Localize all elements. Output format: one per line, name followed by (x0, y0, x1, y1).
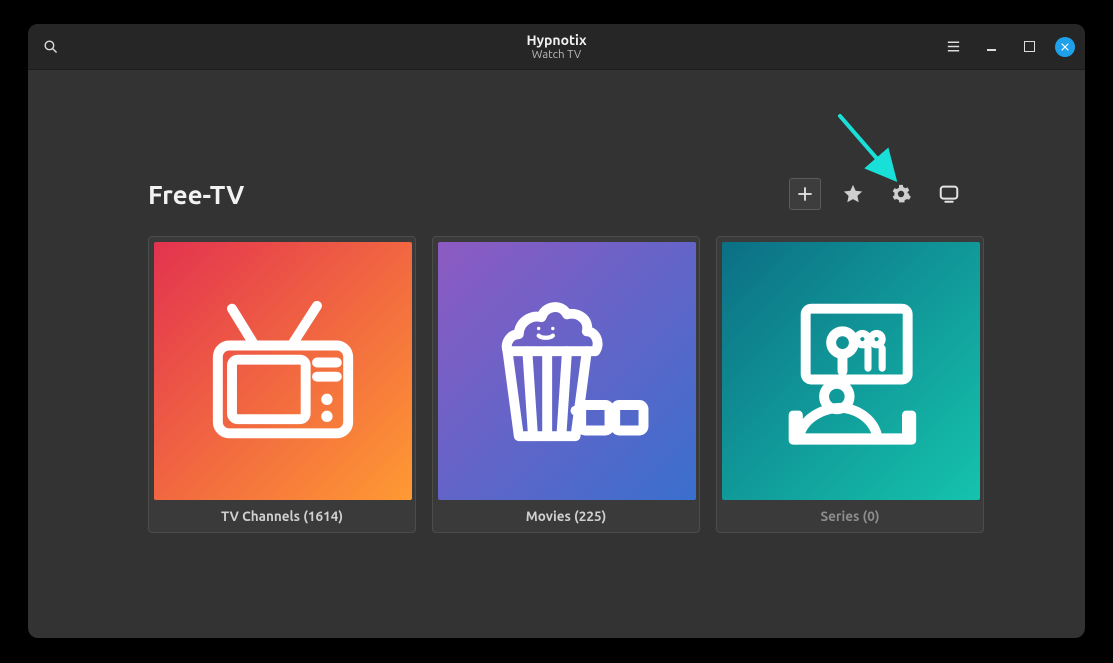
app-window: Hypnotix Watch TV Free- (28, 24, 1085, 638)
category-thumb-tv (154, 242, 412, 500)
menu-button[interactable] (941, 35, 965, 59)
headerbar: Hypnotix Watch TV (28, 24, 1085, 70)
category-label: TV Channels (1614) (154, 500, 410, 524)
tv-icon (198, 286, 368, 456)
category-card-movies[interactable]: Movies (225) (432, 236, 700, 533)
category-thumb-series (722, 242, 980, 500)
category-label: Movies (225) (438, 500, 694, 524)
category-card-series[interactable]: Series (0) (716, 236, 984, 533)
star-icon (842, 183, 864, 205)
category-label: Series (0) (722, 500, 978, 524)
provider-name: Free-TV (148, 180, 244, 209)
category-card-tv[interactable]: TV Channels (1614) (148, 236, 416, 533)
hamburger-icon (945, 38, 962, 55)
close-button[interactable] (1055, 37, 1075, 57)
headerbar-title-block: Hypnotix Watch TV (526, 32, 586, 61)
main-content: Free-TV (28, 70, 1085, 533)
new-channel-button[interactable] (789, 178, 821, 210)
preferences-button[interactable] (885, 178, 917, 210)
fullscreen-button[interactable] (933, 178, 965, 210)
app-title: Hypnotix (526, 32, 586, 48)
favorites-button[interactable] (837, 178, 869, 210)
app-subtitle: Watch TV (526, 48, 586, 61)
category-thumb-movies (438, 242, 696, 500)
minimize-button[interactable] (979, 35, 1003, 59)
provider-row: Free-TV (148, 178, 965, 210)
provider-actions (789, 178, 965, 210)
category-cards: TV Channels (1614) (148, 236, 965, 533)
search-icon (42, 38, 59, 55)
plus-icon (795, 184, 815, 204)
gear-icon (890, 183, 912, 205)
popcorn-icon (482, 286, 652, 456)
cinema-icon (766, 286, 936, 456)
screen-icon (938, 183, 960, 205)
close-icon (1059, 41, 1071, 53)
search-button[interactable] (38, 35, 62, 59)
maximize-button[interactable] (1017, 35, 1041, 59)
